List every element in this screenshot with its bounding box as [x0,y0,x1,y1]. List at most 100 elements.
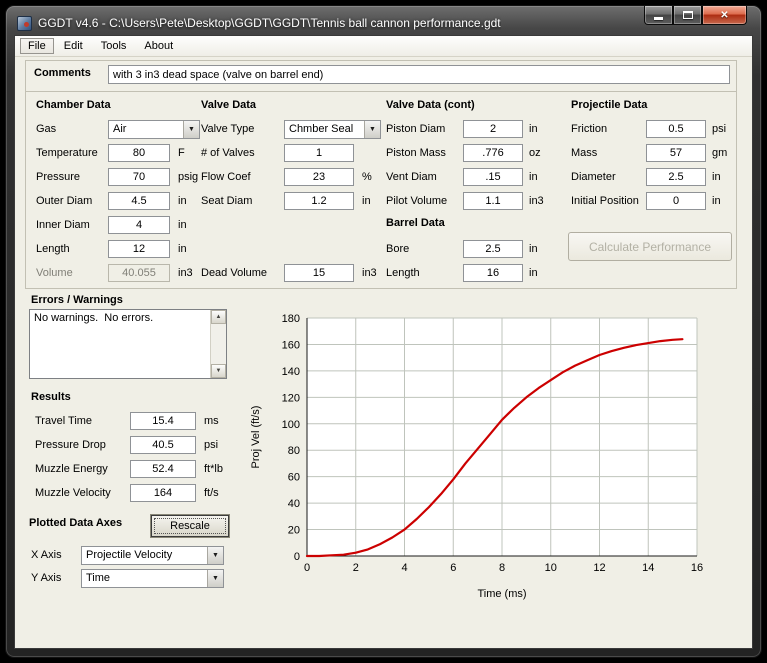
rescale-button[interactable]: Rescale [151,515,229,537]
num-valves-label: # of Valves [201,147,255,159]
client-area: File Edit Tools About Comments Chamber D… [14,35,753,649]
x-tick-label: 14 [642,562,654,574]
maximize-button[interactable] [673,6,702,25]
y-tick-label: 120 [282,392,300,404]
volume-label: Volume [36,267,73,279]
mass-input[interactable] [646,144,706,162]
dead-volume-input[interactable] [284,264,354,282]
y-tick-label: 0 [294,551,300,563]
y-tick-label: 160 [282,339,300,351]
muzzle-velocity-label: Muzzle Velocity [35,487,111,499]
outer-diam-unit: in [178,195,187,207]
menu-edit[interactable]: Edit [56,38,91,54]
vent-diam-input[interactable] [463,168,523,186]
window-controls: ✕ [644,6,747,25]
app-icon[interactable] [17,16,32,31]
x-axis-label: X Axis [31,549,62,561]
chevron-down-icon: ▼ [207,570,223,587]
inner-diam-label: Inner Diam [36,219,90,231]
chamber-length-unit: in [178,243,187,255]
piston-diam-input[interactable] [463,120,523,138]
errors-title: Errors / Warnings [31,294,123,306]
inner-diam-unit: in [178,219,187,231]
dead-volume-label: Dead Volume [201,267,267,279]
pilot-volume-input[interactable] [463,192,523,210]
minimize-button[interactable] [644,6,673,25]
flow-coef-label: Flow Coef [201,171,251,183]
seat-diam-input[interactable] [284,192,354,210]
valve-type-label: Valve Type [201,123,254,135]
y-tick-label: 60 [288,472,300,484]
close-button[interactable]: ✕ [702,6,747,25]
chamber-length-input[interactable] [108,240,170,258]
valve-cont-title: Valve Data (cont) [386,99,475,111]
valve-data-title: Valve Data [201,99,256,111]
diameter-input[interactable] [646,168,706,186]
calculate-performance-button: Calculate Performance [568,232,732,261]
flow-coef-input[interactable] [284,168,354,186]
scroll-down-icon[interactable]: ▼ [211,364,226,378]
y-axis-select[interactable]: Time ▼ [81,569,224,588]
inner-diam-input[interactable] [108,216,170,234]
chevron-down-icon: ▼ [364,121,380,138]
piston-diam-unit: in [529,123,538,135]
initial-position-unit: in [712,195,721,207]
mass-label: Mass [571,147,597,159]
scroll-up-icon[interactable]: ▲ [211,310,226,324]
barrel-length-input[interactable] [463,264,523,282]
plotted-axes-title: Plotted Data Axes [29,517,122,529]
muzzle-energy-label: Muzzle Energy [35,463,108,475]
travel-time-label: Travel Time [35,415,92,427]
friction-input[interactable] [646,120,706,138]
y-tick-label: 40 [288,498,300,510]
pressure-label: Pressure [36,171,80,183]
separator [26,91,736,92]
window-title: GGDT v4.6 - C:\Users\Pete\Desktop\GGDT\G… [38,16,501,30]
muzzle-energy-output [130,460,196,478]
x-axis-select[interactable]: Projectile Velocity ▼ [81,546,224,565]
bore-input[interactable] [463,240,523,258]
menu-tools[interactable]: Tools [93,38,135,54]
piston-mass-unit: oz [529,147,541,159]
pressure-unit: psig [178,171,198,183]
dead-volume-unit: in3 [362,267,377,279]
title-bar[interactable]: GGDT v4.6 - C:\Users\Pete\Desktop\GGDT\G… [17,13,636,33]
projectile-data-title: Projectile Data [571,99,647,111]
chart-xlabel: Time (ms) [477,588,526,600]
errors-scrollbar[interactable]: ▲ ▼ [210,310,226,378]
temperature-input[interactable] [108,144,170,162]
volume-output [108,264,170,282]
comments-input[interactable] [108,65,730,84]
menu-file[interactable]: File [20,38,54,54]
temperature-unit: F [178,147,185,159]
bore-unit: in [529,243,538,255]
muzzle-energy-unit: ft*lb [204,463,223,475]
outer-diam-input[interactable] [108,192,170,210]
vent-diam-unit: in [529,171,538,183]
chamber-length-label: Length [36,243,70,255]
pressure-drop-output [130,436,196,454]
x-tick-label: 4 [401,562,407,574]
initial-position-input[interactable] [646,192,706,210]
errors-textarea[interactable]: No warnings. No errors. ▲ ▼ [29,309,227,379]
gas-select[interactable]: Air ▼ [108,120,200,139]
performance-chart: 0246810121416020406080100120140160180Tim… [245,300,735,610]
pressure-input[interactable] [108,168,170,186]
pressure-drop-label: Pressure Drop [35,439,106,451]
app-window: GGDT v4.6 - C:\Users\Pete\Desktop\GGDT\G… [5,5,762,658]
barrel-length-label: Length [386,267,420,279]
piston-diam-label: Piston Diam [386,123,445,135]
errors-text: No warnings. No errors. [34,312,207,324]
x-tick-label: 10 [545,562,557,574]
num-valves-input[interactable] [284,144,354,162]
valve-type-select[interactable]: Chmber Seal ▼ [284,120,381,139]
x-tick-label: 12 [593,562,605,574]
menu-about[interactable]: About [136,38,181,54]
mass-unit: gm [712,147,727,159]
x-tick-label: 8 [499,562,505,574]
travel-time-output [130,412,196,430]
close-icon: ✕ [720,10,728,21]
piston-mass-input[interactable] [463,144,523,162]
friction-label: Friction [571,123,607,135]
muzzle-velocity-output [130,484,196,502]
